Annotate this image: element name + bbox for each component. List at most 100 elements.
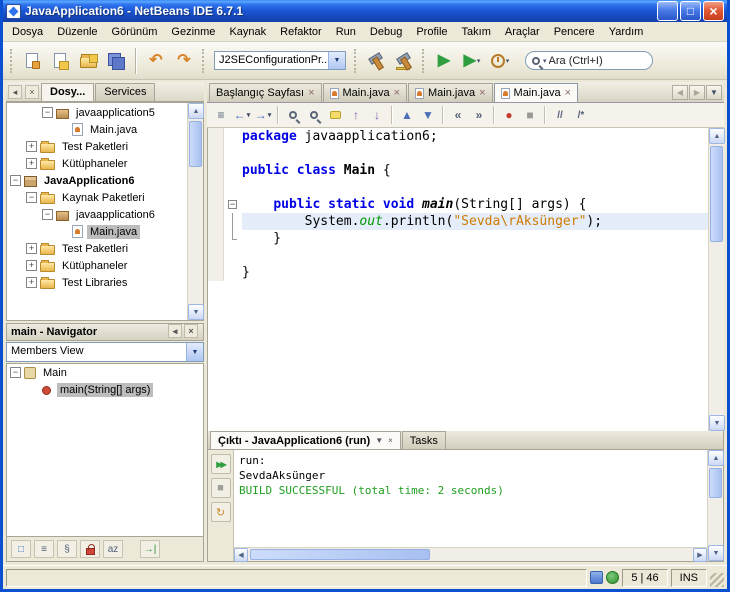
code-line[interactable]: package javaapplication6; xyxy=(208,128,708,145)
quick-search-box[interactable]: ▾ xyxy=(525,51,653,70)
show-static-filter-button[interactable]: § xyxy=(57,540,77,558)
members-view-combo[interactable]: Members View ▼ xyxy=(6,342,204,362)
scroll-down-button[interactable]: ▼ xyxy=(709,415,725,431)
scroll-down-button[interactable]: ▼ xyxy=(708,545,724,561)
chevron-down-icon[interactable]: ▾ xyxy=(543,57,547,65)
menu-item[interactable]: Pencere xyxy=(547,24,602,40)
code-line[interactable]: − public static void main(String[] args)… xyxy=(208,196,708,213)
titlebar[interactable]: JavaApplication6 - NetBeans IDE 6.7.1 _ … xyxy=(3,0,727,22)
combo-dropdown-icon[interactable]: ▼ xyxy=(328,52,345,69)
expand-handle[interactable]: − xyxy=(26,192,37,203)
tab-tasks[interactable]: Tasks xyxy=(401,431,446,449)
navigator-header[interactable]: main - Navigator ◂ × xyxy=(6,323,204,341)
menu-item[interactable]: Yardım xyxy=(602,24,651,40)
clean-build-button[interactable] xyxy=(391,48,417,74)
code-line[interactable] xyxy=(208,247,708,264)
project-tree-item-row[interactable]: + Test Libraries xyxy=(7,274,187,291)
next-bookmark-button[interactable]: ▼ xyxy=(418,105,438,125)
editor-tab[interactable]: Main.java × xyxy=(408,83,493,102)
replace-button[interactable] xyxy=(304,105,324,125)
stop-build-button[interactable]: ■ xyxy=(210,478,231,498)
expand-handle[interactable]: − xyxy=(10,175,21,186)
build-button[interactable] xyxy=(363,48,389,74)
tab-close-icon[interactable]: × xyxy=(308,87,314,99)
uncomment-button[interactable]: /* xyxy=(571,105,591,125)
project-tree-item-row[interactable]: Main.java xyxy=(7,223,187,240)
menu-item[interactable]: Dosya xyxy=(5,24,50,40)
redo-button[interactable]: ↷ xyxy=(171,48,197,74)
navigator-item-row[interactable]: main(String[] args) xyxy=(7,381,203,398)
toolbar-grip[interactable] xyxy=(422,48,426,73)
maximize-button[interactable]: □ xyxy=(680,1,701,21)
scroll-track[interactable] xyxy=(188,119,203,304)
output-close-icon[interactable]: × xyxy=(388,436,393,445)
output-dropdown-icon[interactable]: ▼ xyxy=(375,436,383,445)
combo-dropdown-icon[interactable]: ▼ xyxy=(186,343,203,361)
fold-collapse-icon[interactable]: − xyxy=(228,200,237,209)
scroll-right-button[interactable]: ▶ xyxy=(693,548,707,562)
new-project-button[interactable] xyxy=(47,48,73,74)
menu-item[interactable]: Kaynak xyxy=(222,24,273,40)
save-all-button[interactable] xyxy=(103,48,129,74)
menu-item[interactable]: Takım xyxy=(455,24,498,40)
show-inherited-filter-button[interactable]: □ xyxy=(11,540,31,558)
menu-item[interactable]: Düzenle xyxy=(50,24,104,40)
open-project-button[interactable] xyxy=(75,48,101,74)
show-fields-filter-button[interactable]: ≡ xyxy=(34,540,54,558)
expand-handle[interactable]: + xyxy=(26,158,37,169)
scroll-thumb[interactable] xyxy=(709,468,722,498)
scroll-thumb[interactable] xyxy=(250,549,430,560)
scroll-track[interactable] xyxy=(708,466,723,545)
scroll-up-button[interactable]: ▲ xyxy=(708,450,724,466)
find-button[interactable] xyxy=(283,105,303,125)
close-button[interactable]: × xyxy=(703,1,724,21)
project-tree-item-row[interactable]: + Test Paketleri xyxy=(7,138,187,155)
scroll-left-button[interactable]: ◀ xyxy=(234,548,248,562)
menu-item[interactable]: Araçlar xyxy=(498,24,547,40)
scroll-track[interactable] xyxy=(709,144,724,415)
rerun-options-button[interactable]: ↻ xyxy=(210,502,231,522)
project-tree-item-row[interactable]: − JavaApplication6 xyxy=(7,172,187,189)
project-tree-item-row[interactable]: + Kütüphaneler xyxy=(7,257,187,274)
output-hscrollbar[interactable]: ◀ ▶ xyxy=(234,547,707,562)
expand-handle[interactable]: + xyxy=(26,243,37,254)
minimize-button[interactable]: _ xyxy=(657,1,678,22)
scroll-up-button[interactable]: ▲ xyxy=(188,103,204,119)
editor-tab[interactable]: Main.java × xyxy=(493,83,579,102)
project-tree-item-row[interactable]: − javaapplication5 xyxy=(7,104,187,121)
scroll-thumb[interactable] xyxy=(189,121,202,167)
resize-grip[interactable] xyxy=(710,573,724,587)
show-non-public-filter-button[interactable] xyxy=(80,540,100,558)
navigator-close-button[interactable]: × xyxy=(184,324,198,338)
forward-button[interactable]: → ▾ xyxy=(253,105,273,125)
chevron-down-icon[interactable]: ▾ xyxy=(477,57,481,65)
run-button[interactable]: ▶ xyxy=(431,48,457,74)
code-line[interactable] xyxy=(208,145,708,162)
toggle-highlight-button[interactable] xyxy=(325,105,345,125)
chevron-down-icon[interactable]: ▾ xyxy=(247,111,251,119)
group-minimize-button[interactable]: ◂ xyxy=(8,85,22,99)
editor-tab[interactable]: Başlangıç Sayfası × xyxy=(209,83,322,102)
projects-scrollbar[interactable]: ▲ ▼ xyxy=(187,103,204,320)
stop-macro-button[interactable]: ■ xyxy=(520,105,540,125)
profile-button[interactable]: ▾ xyxy=(487,48,513,74)
toolbar-grip[interactable] xyxy=(10,48,14,73)
menu-item[interactable]: Run xyxy=(329,24,363,40)
menu-item[interactable]: Gezinme xyxy=(164,24,222,40)
expand-handle[interactable]: − xyxy=(42,107,53,118)
shift-right-button[interactable]: » xyxy=(469,105,489,125)
navigator-tree[interactable]: − Main main(String[] args) xyxy=(6,363,204,537)
dock-button[interactable]: →| xyxy=(140,540,160,558)
code-line[interactable] xyxy=(208,179,708,196)
source-history-button[interactable]: ≡ xyxy=(211,105,231,125)
project-tree-item-row[interactable]: Main.java xyxy=(7,121,187,138)
expand-handle[interactable]: + xyxy=(26,141,37,152)
projects-tree[interactable]: − javaapplication5 Main.java + Test Paketler… xyxy=(7,103,187,320)
new-file-button[interactable] xyxy=(19,48,45,74)
output-scrollbar[interactable]: ▲ ▼ xyxy=(707,450,724,561)
expand-handle[interactable]: − xyxy=(42,209,53,220)
expand-handle[interactable]: + xyxy=(26,277,37,288)
search-input[interactable] xyxy=(548,54,635,67)
expand-handle[interactable]: − xyxy=(10,367,21,378)
back-button[interactable]: ← ▾ xyxy=(232,105,252,125)
